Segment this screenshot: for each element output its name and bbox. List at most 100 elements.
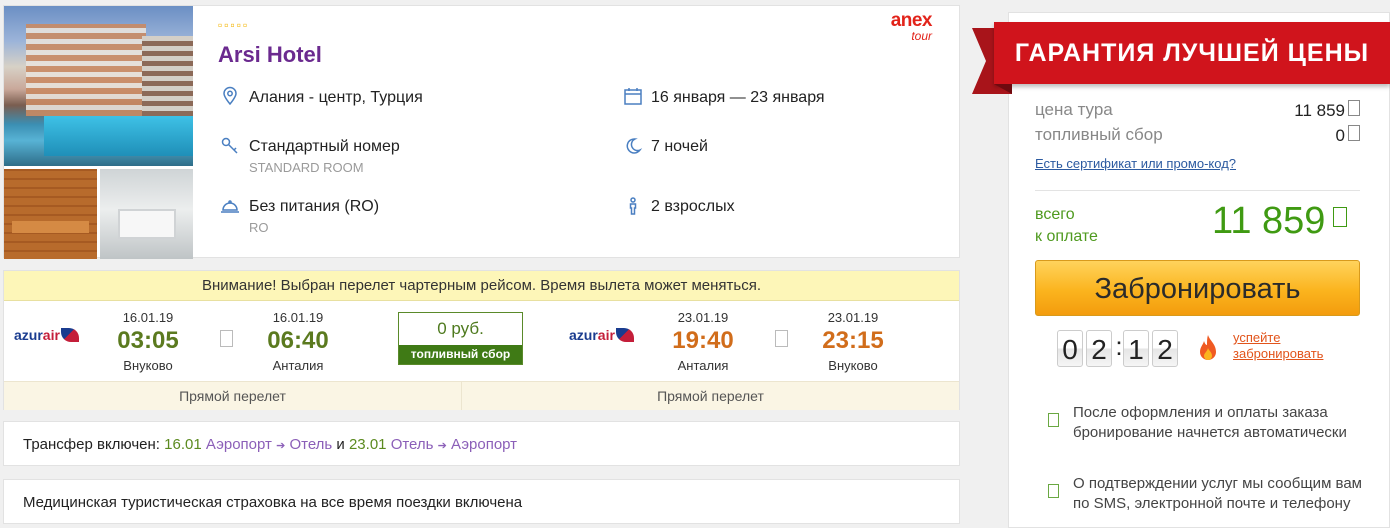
calendar-icon — [624, 88, 642, 105]
note-confirmation: О подтверждении услуг мы сообщим вам по … — [1073, 475, 1362, 512]
return-direct-label: Прямой перелет — [462, 381, 959, 410]
hotel-photo-sauna[interactable] — [4, 169, 97, 259]
currency-icon — [1348, 125, 1360, 141]
return-dep-time: 19:40 — [672, 327, 734, 354]
flame-icon — [1200, 335, 1216, 360]
countdown-timer: 02:12 — [1057, 330, 1181, 367]
charter-warning: Внимание! Выбран перелет чартерным рейсо… — [4, 271, 959, 301]
operator-logo-top: anex — [890, 10, 933, 31]
note-booking: После оформления и оплаты заказа брониро… — [1073, 404, 1347, 441]
hotel-name[interactable]: Arsi Hotel — [218, 42, 322, 68]
outbound-dep-time: 03:05 — [117, 327, 179, 354]
promo-code-link[interactable]: Есть сертификат или промо-код? — [1035, 156, 1236, 171]
total-price: 11 859 — [1212, 200, 1348, 243]
transfer-info: Трансфер включен: 16.01 Аэропорт ➔ Отель… — [3, 421, 960, 466]
check-icon — [1048, 484, 1059, 498]
fuel-fee-label: топливный сбор — [1035, 125, 1163, 144]
book-button[interactable]: Забронировать — [1035, 260, 1360, 316]
room-info: Стандартный номер STANDARD ROOM — [249, 138, 400, 175]
meal-type: Без питания (RO) — [249, 198, 380, 215]
total-label: всего к оплате — [1035, 204, 1098, 248]
airline-logo-outbound-a: azur — [14, 327, 43, 343]
fuel-fee-row: топливный сбор 0 — [1035, 125, 1360, 145]
flight-arrow-icon — [775, 330, 788, 347]
nights-count: 7 ночей — [651, 138, 708, 155]
guests-count: 2 взрослых — [651, 198, 735, 215]
return-dep-date: 23.01.19 — [677, 310, 729, 325]
timer-digit: 1 — [1123, 330, 1149, 367]
fuel-fee-value: 0 — [1335, 126, 1345, 145]
total-price-value: 11 859 — [1212, 200, 1326, 242]
hotel-location: Алания - центр, Турция — [249, 89, 423, 106]
airline-logo-outbound: azurair — [14, 327, 79, 343]
flight-arrow-icon — [220, 330, 233, 347]
check-icon — [1048, 413, 1059, 427]
insurance-info: Медицинская туристическая страховка на в… — [3, 479, 960, 524]
person-icon — [629, 197, 637, 215]
hurry-book-link[interactable]: успейте забронировать — [1233, 330, 1323, 362]
outbound-dep-city: Внуково — [123, 358, 173, 373]
tour-price-label: цена тура — [1035, 100, 1113, 119]
booking-page: ▫▫▫▫▫ Arsi Hotel anex tour Алания - цент… — [0, 0, 1390, 528]
return-dep-city: Анталия — [677, 358, 729, 373]
operator-logo-bottom: tour — [911, 29, 932, 43]
room-type-sub: STANDARD ROOM — [249, 160, 364, 175]
outbound-direct-label: Прямой перелет — [4, 381, 462, 410]
hotel-card: ▫▫▫▫▫ Arsi Hotel anex tour Алания - цент… — [3, 5, 960, 259]
airline-logo-outbound-b: air — [42, 327, 60, 343]
meal-info: Без питания (RO) RO — [249, 198, 379, 235]
outbound-dep-date: 16.01.19 — [122, 310, 174, 325]
airline-wing-icon — [615, 328, 634, 342]
outbound-arr-time: 06:40 — [267, 327, 329, 354]
divider — [1035, 190, 1360, 191]
airline-wing-icon — [60, 328, 79, 342]
total-label-line2: к оплате — [1035, 228, 1098, 245]
arrow-right-icon: ➔ — [276, 440, 286, 452]
transfer-from-2: Отель — [390, 436, 434, 453]
transfer-date-2: 23.01 — [348, 436, 387, 453]
hotel-photo-main[interactable] — [4, 6, 193, 166]
transfer-prefix: Трансфер включен: — [23, 436, 160, 453]
room-key-icon — [221, 137, 238, 154]
tour-dates: 16 января — 23 января — [651, 89, 825, 106]
room-type: Стандартный номер — [249, 138, 400, 155]
timer-digit: 0 — [1057, 330, 1083, 367]
transfer-to-2: Аэропорт — [451, 436, 518, 453]
arrow-right-icon: ➔ — [437, 440, 447, 452]
meal-type-sub: RO — [249, 220, 269, 235]
return-arr-date: 23.01.19 — [827, 310, 879, 325]
meal-cloche-icon — [221, 200, 239, 213]
best-price-banner-text: ГАРАНТИЯ ЛУЧШЕЙ ЦЕНЫ — [994, 22, 1390, 84]
transfer-from-1: Аэропорт — [205, 436, 272, 453]
operator-logo: anex tour — [876, 10, 933, 44]
transfer-to-1: Отель — [289, 436, 333, 453]
hotel-stars: ▫▫▫▫▫ — [218, 18, 250, 32]
total-label-line1: всего — [1035, 206, 1075, 223]
timer-colon: : — [1115, 331, 1123, 361]
airline-logo-return-b: air — [597, 327, 615, 343]
return-arr-city: Внуково — [828, 358, 878, 373]
currency-icon — [1348, 100, 1360, 116]
hurry-line2: забронировать — [1233, 346, 1324, 361]
hurry-line1: успейте — [1233, 330, 1281, 345]
moon-icon — [626, 138, 643, 154]
outbound-arr-date: 16.01.19 — [272, 310, 324, 325]
flight-card: Внимание! Выбран перелет чартерным рейсо… — [3, 270, 960, 410]
outbound-arr-city: Анталия — [272, 358, 324, 373]
transfer-and: и — [336, 436, 345, 453]
airline-logo-return-a: azur — [569, 327, 598, 343]
return-arr-time: 23:15 — [822, 327, 884, 354]
timer-digit: 2 — [1152, 330, 1178, 367]
tour-price-row: цена тура 11 859 — [1035, 100, 1360, 120]
currency-icon — [1333, 207, 1348, 227]
tour-price-value: 11 859 — [1294, 101, 1345, 120]
best-price-banner: ГАРАНТИЯ ЛУЧШЕЙ ЦЕНЫ — [972, 22, 1390, 94]
location-pin-icon — [223, 86, 237, 106]
timer-digit: 2 — [1086, 330, 1112, 367]
fuel-charge-value: 0 руб. — [437, 319, 484, 338]
hotel-photo-bath[interactable] — [100, 169, 193, 259]
airline-logo-return: azurair — [569, 327, 634, 343]
fuel-charge-box: 0 руб. топливный сбор — [398, 312, 523, 365]
transfer-date-1: 16.01 — [164, 436, 202, 453]
fuel-charge-label: топливный сбор — [399, 345, 522, 364]
